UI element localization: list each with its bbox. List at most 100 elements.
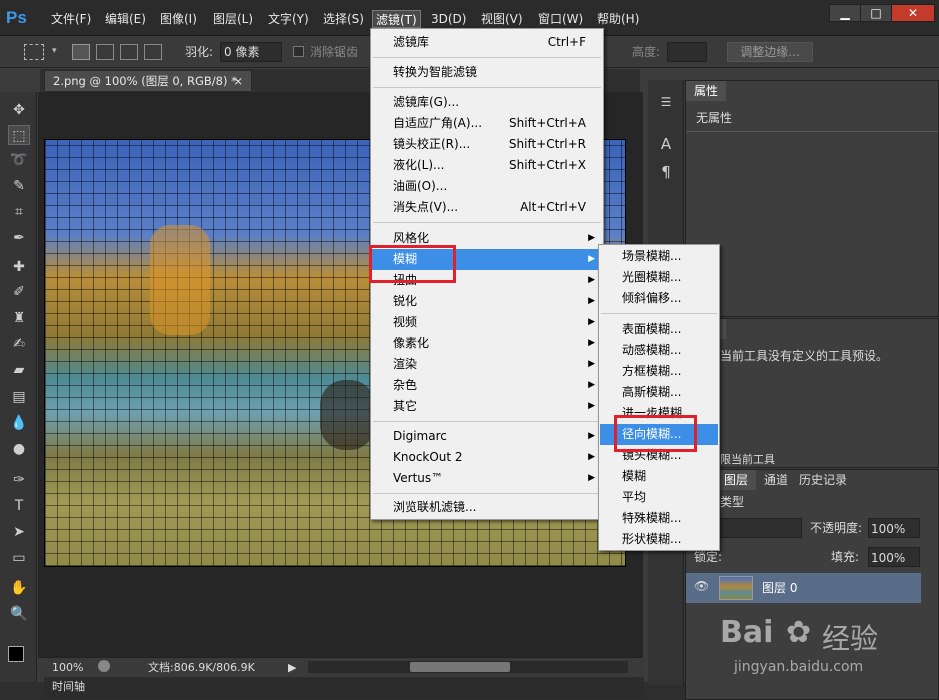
menu-item-noise[interactable]: 杂色 ▶ <box>372 375 602 396</box>
add-selection-icon[interactable] <box>96 44 114 60</box>
character-panel-icon[interactable]: A <box>656 135 676 153</box>
menu-item-vanishing-point[interactable]: 消失点(V)... Alt+Ctrl+V <box>372 197 602 218</box>
menu-item-field-blur[interactable]: 场景模糊... <box>600 246 718 267</box>
pen-tool-icon[interactable]: ✑ <box>8 470 30 490</box>
status-icon[interactable] <box>98 660 110 672</box>
menu-filter[interactable]: 滤镜(T) <box>372 10 421 28</box>
menu-separator <box>601 313 717 314</box>
rectangle-tool-icon[interactable]: ▭ <box>8 548 30 568</box>
menu-item-filter-gallery[interactable]: 滤镜库(G)... <box>372 92 602 113</box>
menu-select[interactable]: 选择(S) <box>320 10 367 28</box>
watermark-brand2: 经验 <box>822 622 879 655</box>
menu-window[interactable]: 窗口(W) <box>535 10 586 28</box>
menu-type[interactable]: 文字(Y) <box>265 10 312 28</box>
subtract-selection-icon[interactable] <box>120 44 138 60</box>
dodge-tool-icon[interactable]: ● <box>8 439 30 459</box>
menu-item-liquify[interactable]: 液化(L)... Shift+Ctrl+X <box>372 155 602 176</box>
menu-item-sharpen[interactable]: 锐化 ▶ <box>372 291 602 312</box>
antialias-checkbox[interactable] <box>293 46 304 57</box>
foreground-color-swatch[interactable] <box>8 646 24 662</box>
menu-item-motion-blur[interactable]: 动感模糊... <box>600 340 718 361</box>
brush-tool-icon[interactable]: ✐ <box>8 282 30 302</box>
zoom-level[interactable]: 100% <box>52 659 83 677</box>
menu-help[interactable]: 帮助(H) <box>594 10 642 28</box>
document-tab[interactable]: 2.png @ 100% (图层 0, RGB/8) * × <box>44 70 252 92</box>
menu-item-digimarc[interactable]: Digimarc ▶ <box>372 426 602 447</box>
eraser-tool-icon[interactable]: ▰ <box>8 360 30 380</box>
refine-edge-button[interactable]: 调整边缘... <box>727 42 813 62</box>
paragraph-panel-icon[interactable]: ¶ <box>656 163 676 181</box>
opacity-input[interactable]: 100% <box>868 518 920 538</box>
menu-item-video[interactable]: 视频 ▶ <box>372 312 602 333</box>
minimize-button[interactable]: ▁ <box>829 4 861 22</box>
maximize-button[interactable]: □ <box>860 4 892 22</box>
menu-item-average[interactable]: 平均 <box>600 487 718 508</box>
tab-properties[interactable]: 属性 <box>686 81 727 101</box>
marquee-tool-icon[interactable] <box>24 44 44 60</box>
menu-item-shape-blur[interactable]: 形状模糊... <box>600 529 718 550</box>
marquee-tool-icon[interactable]: ⬚ <box>8 125 30 145</box>
menu-item-render[interactable]: 渲染 ▶ <box>372 354 602 375</box>
menu-item-lens-correction[interactable]: 镜头校正(R)... Shift+Ctrl+R <box>372 134 602 155</box>
properties-content: 无属性 <box>696 111 733 125</box>
menu-item-blur-basic[interactable]: 模糊 <box>600 466 718 487</box>
menu-item-tilt-shift[interactable]: 倾斜偏移... <box>600 288 718 309</box>
current-tool-only-option[interactable]: 限当前工具 <box>720 451 775 467</box>
tool-presets-panel: 预设 当前工具没有定义的工具预设。 限当前工具 <box>685 318 939 468</box>
menu-edit[interactable]: 编辑(E) <box>102 10 149 28</box>
layer-filter-kind[interactable]: 类型 <box>720 492 744 512</box>
horizontal-scrollbar[interactable] <box>308 661 628 673</box>
healing-brush-tool-icon[interactable]: ✚ <box>8 257 30 277</box>
menu-item-smart-blur[interactable]: 特殊模糊... <box>600 508 718 529</box>
type-tool-icon[interactable]: T <box>8 496 30 516</box>
menu-item-knockout[interactable]: KnockOut 2 ▶ <box>372 447 602 468</box>
clone-stamp-tool-icon[interactable]: ♜ <box>8 308 30 328</box>
menu-image[interactable]: 图像(I) <box>157 10 200 28</box>
menu-item-gaussian-blur[interactable]: 高斯模糊... <box>600 382 718 403</box>
intersect-selection-icon[interactable] <box>144 44 162 60</box>
menu-item-browse-online-filters[interactable]: 浏览联机滤镜... <box>372 497 602 518</box>
move-tool-icon[interactable]: ✥ <box>8 100 30 120</box>
lasso-tool-icon[interactable]: ➰ <box>8 150 30 170</box>
quick-select-tool-icon[interactable]: ✎ <box>8 176 30 196</box>
timeline-panel-tab[interactable]: 时间轴 <box>44 677 644 698</box>
scrollbar-thumb[interactable] <box>410 662 510 672</box>
tab-history[interactable]: 历史记录 <box>791 470 855 490</box>
menu-item-vertus[interactable]: Vertus™ ▶ <box>372 468 602 489</box>
new-selection-icon[interactable] <box>72 44 90 60</box>
menu-item-oil-paint[interactable]: 油画(O)... <box>372 176 602 197</box>
menu-3d[interactable]: 3D(D) <box>428 10 469 28</box>
menu-view[interactable]: 视图(V) <box>478 10 526 28</box>
menu-item-adaptive-wide-angle[interactable]: 自适应广角(A)... Shift+Ctrl+A <box>372 113 602 134</box>
close-icon[interactable]: × <box>233 71 243 91</box>
menu-item-convert-smart-filter[interactable]: 转换为智能滤镜 <box>372 62 602 83</box>
menu-file[interactable]: 文件(F) <box>48 10 94 28</box>
path-selection-tool-icon[interactable]: ➤ <box>8 522 30 542</box>
tab-layers[interactable]: 图层 <box>716 470 757 490</box>
close-window-button[interactable]: ✕ <box>891 4 935 22</box>
menu-item-filter-gallery-last[interactable]: 滤镜库 Ctrl+F <box>372 32 602 53</box>
status-menu-arrow-icon[interactable]: ▶ <box>288 659 296 677</box>
menu-item-box-blur[interactable]: 方框模糊... <box>600 361 718 382</box>
tab-channels[interactable]: 通道 <box>756 470 796 490</box>
crop-tool-icon[interactable]: ⌗ <box>8 202 30 222</box>
menu-layer[interactable]: 图层(L) <box>210 10 256 28</box>
properties-panel-icon[interactable]: ☰ <box>656 95 676 113</box>
blur-tool-icon[interactable]: 💧 <box>8 413 30 433</box>
layer-name[interactable]: 图层 0 <box>762 578 797 598</box>
menu-item-surface-blur[interactable]: 表面模糊... <box>600 319 718 340</box>
gradient-tool-icon[interactable]: ▤ <box>8 387 30 407</box>
feather-input[interactable]: 0 像素 <box>220 42 282 62</box>
height-input[interactable] <box>667 42 707 62</box>
history-brush-tool-icon[interactable]: ✍ <box>8 334 30 354</box>
hand-tool-icon[interactable]: ✋ <box>8 578 30 598</box>
menu-item-pixelate[interactable]: 像素化 ▶ <box>372 333 602 354</box>
chevron-down-icon[interactable]: ▾ <box>52 46 60 56</box>
fill-input[interactable]: 100% <box>868 547 920 567</box>
menu-item-other[interactable]: 其它 ▶ <box>372 396 602 417</box>
zoom-tool-icon[interactable]: 🔍 <box>8 604 30 624</box>
blur-submenu: 场景模糊... 光圈模糊... 倾斜偏移... 表面模糊... 动感模糊... … <box>598 244 720 551</box>
eyedropper-tool-icon[interactable]: ✒ <box>8 228 30 248</box>
eye-icon[interactable]: 👁 <box>694 579 709 593</box>
menu-item-iris-blur[interactable]: 光圈模糊... <box>600 267 718 288</box>
